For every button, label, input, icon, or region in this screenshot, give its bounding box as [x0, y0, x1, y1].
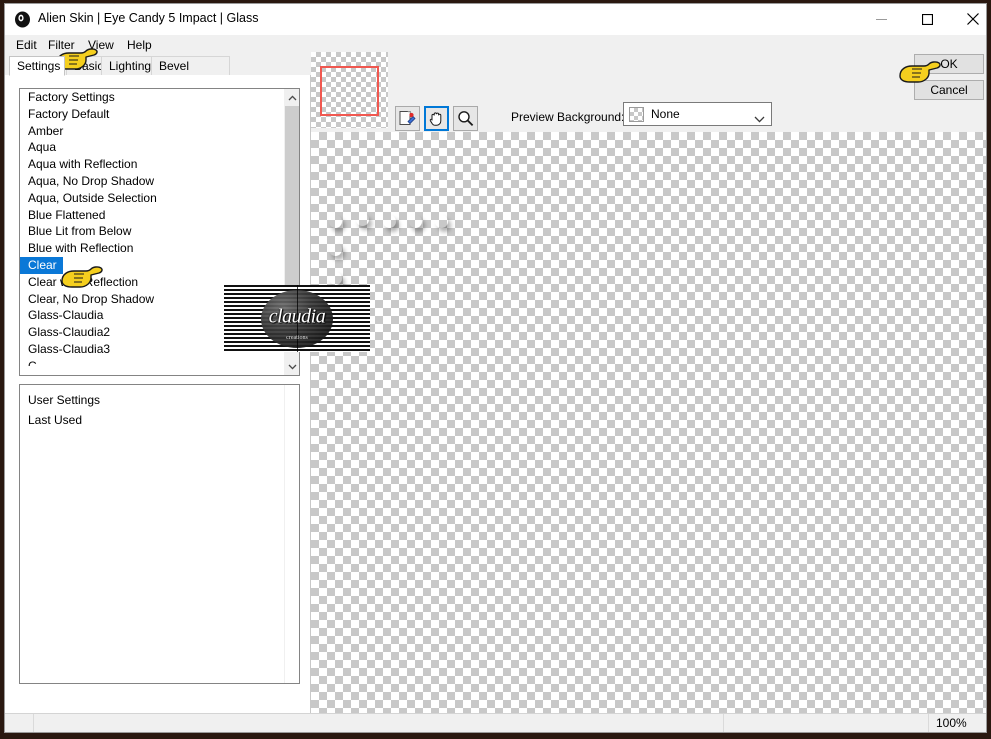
- preview-background-value: None: [651, 107, 680, 121]
- hand-icon: [429, 112, 442, 126]
- glass-bead: [329, 272, 342, 285]
- chevron-down-icon: [288, 364, 296, 370]
- preview-panel: Preview Background: None: [311, 52, 986, 715]
- user-settings-list[interactable]: User Settings Last Used: [19, 384, 300, 684]
- tab-strip: Settings Basic Lighting Bevel Profile: [5, 56, 311, 87]
- zoom-tool-button[interactable]: [453, 106, 478, 131]
- preview-canvas[interactable]: [311, 132, 986, 715]
- claudia-watermark: claudia creations: [224, 285, 370, 352]
- scroll-down-button[interactable]: [284, 358, 299, 375]
- menu-bar: Edit Filter View Help: [5, 35, 986, 55]
- tab-basic-label: Basic: [74, 59, 104, 73]
- application-window: Alien Skin | Eye Candy 5 Impact | Glass …: [4, 3, 987, 733]
- navigator-viewport-rect[interactable]: [320, 66, 379, 116]
- list-item[interactable]: Aqua: [20, 139, 282, 156]
- watermark-text: claudia: [268, 305, 326, 328]
- title-bar: Alien Skin | Eye Candy 5 Impact | Glass: [5, 4, 986, 35]
- list-item[interactable]: User Settings: [20, 390, 282, 410]
- hand-tool-button[interactable]: [424, 106, 449, 131]
- chevron-down-icon[interactable]: [754, 110, 765, 128]
- glass-bead: [329, 243, 342, 256]
- navigator-thumbnail[interactable]: [311, 52, 388, 128]
- minimize-icon: [875, 18, 887, 20]
- list-item-label-selected: Clear: [20, 256, 63, 274]
- zoom-level-label: 100%: [936, 716, 967, 730]
- list-item[interactable]: Amber: [20, 123, 282, 140]
- ok-button-label: OK: [940, 57, 958, 71]
- list-item[interactable]: Clear: [20, 256, 282, 274]
- menu-item-view[interactable]: View: [83, 37, 119, 53]
- preview-background-dropdown[interactable]: None: [623, 102, 772, 126]
- menu-item-filter[interactable]: Filter: [43, 37, 80, 53]
- list-item[interactable]: Last Used: [20, 410, 282, 430]
- list-item[interactable]: Factory Default: [20, 106, 282, 123]
- glass-bead: [409, 215, 422, 228]
- watermark-subtext: creations: [286, 334, 308, 341]
- tab-lighting[interactable]: Lighting: [101, 56, 158, 76]
- window-title: Alien Skin | Eye Candy 5 Impact | Glass: [38, 11, 259, 25]
- glass-bead: [356, 213, 369, 226]
- status-cell-2: [723, 714, 928, 732]
- list-item-partial[interactable]: C: [20, 358, 282, 366]
- glass-bead: [383, 215, 396, 228]
- close-button[interactable]: [950, 4, 986, 34]
- tab-settings-label: Settings: [17, 59, 61, 73]
- cancel-button[interactable]: Cancel: [914, 80, 984, 100]
- checker-swatch-icon: [629, 107, 644, 122]
- settings-panel: Factory Settings Factory Default Amber Aqua…: [5, 75, 311, 715]
- alien-skin-icon: [14, 11, 31, 28]
- maximize-button[interactable]: [904, 4, 950, 34]
- status-bar: 100%: [5, 713, 986, 732]
- list-item[interactable]: Factory Settings: [20, 89, 282, 106]
- tab-settings[interactable]: Settings: [9, 56, 65, 76]
- list-item[interactable]: Aqua, No Drop Shadow: [20, 173, 282, 190]
- magnifier-icon: [458, 111, 474, 127]
- menu-item-edit[interactable]: Edit: [11, 37, 42, 53]
- preview-background-label: Preview Background:: [511, 110, 625, 124]
- user-list-scrollbar[interactable]: [283, 385, 299, 683]
- status-cell-1: [33, 714, 723, 732]
- glass-bead: [435, 215, 448, 228]
- menu-item-help[interactable]: Help: [122, 37, 157, 53]
- maximize-icon: [921, 13, 933, 25]
- list-item[interactable]: Blue Flattened: [20, 207, 282, 224]
- list-item[interactable]: Aqua with Reflection: [20, 156, 282, 173]
- ok-button[interactable]: OK: [914, 54, 984, 74]
- list-item[interactable]: Blue with Reflection: [20, 240, 282, 257]
- chevron-up-icon: [288, 94, 296, 100]
- scroll-up-button[interactable]: [284, 89, 299, 106]
- glass-bead: [329, 215, 342, 228]
- cancel-button-label: Cancel: [930, 83, 968, 97]
- list-item[interactable]: Aqua, Outside Selection: [20, 190, 282, 207]
- tab-lighting-label: Lighting: [109, 59, 152, 73]
- eyedropper-icon: [399, 111, 416, 125]
- list-item[interactable]: Blue Lit from Below: [20, 223, 282, 240]
- close-icon: [967, 13, 979, 25]
- minimize-button[interactable]: [858, 4, 904, 34]
- tab-bevel-profile[interactable]: Bevel Profile: [151, 56, 230, 87]
- user-scroll-thumb[interactable]: [285, 385, 299, 683]
- eyedropper-tool-button[interactable]: [395, 106, 420, 131]
